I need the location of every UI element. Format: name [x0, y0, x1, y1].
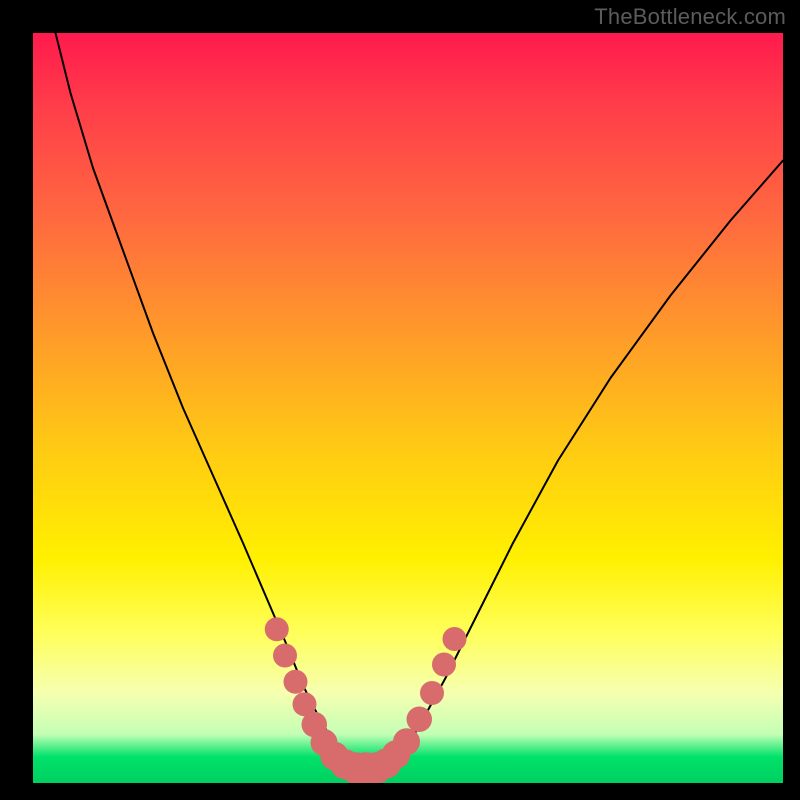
chart-frame: TheBottleneck.com — [0, 0, 800, 800]
highlighted-points — [265, 617, 467, 783]
marker-dot — [273, 644, 297, 668]
bottleneck-curve — [56, 33, 784, 768]
marker-dot — [265, 617, 289, 641]
plot-area — [33, 33, 783, 783]
marker-dot — [393, 728, 420, 755]
marker-dot — [432, 653, 456, 677]
chart-overlay — [33, 33, 783, 783]
marker-dot — [420, 681, 444, 705]
watermark-text: TheBottleneck.com — [594, 4, 786, 30]
marker-dot — [284, 670, 308, 694]
marker-dot — [443, 627, 467, 651]
marker-dot — [407, 707, 433, 733]
